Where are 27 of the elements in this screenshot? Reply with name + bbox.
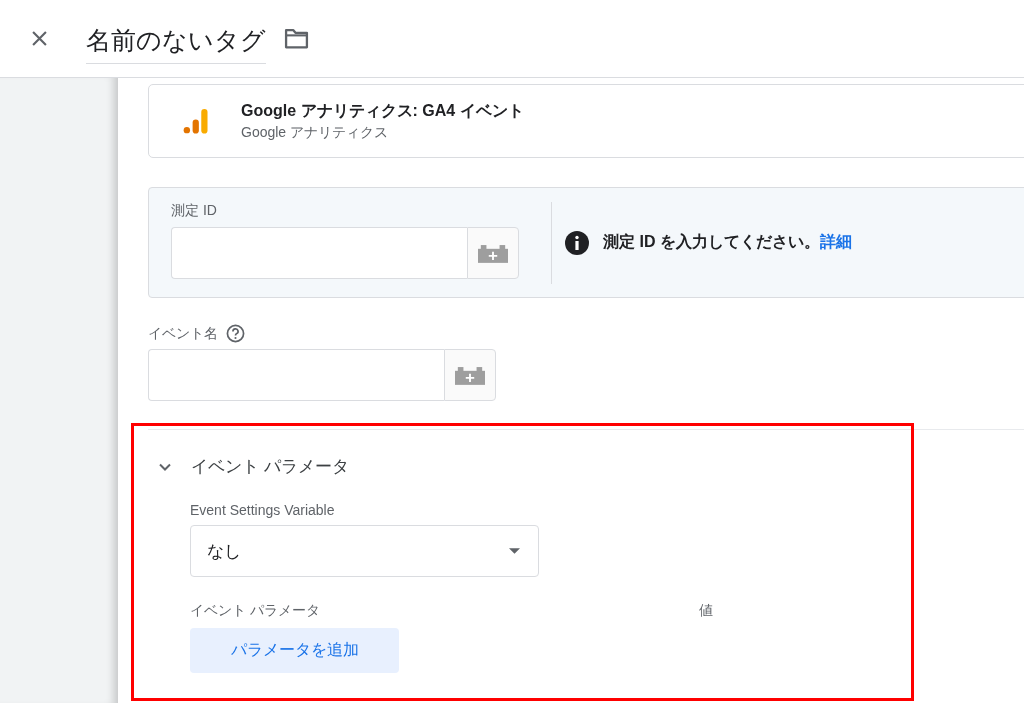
tag-type-subtitle: Google アナリティクス — [241, 123, 390, 142]
variable-button[interactable] — [444, 349, 496, 401]
tag-type-card[interactable]: Google アナリティクス: GA4 イベント Google アナリティクス — [148, 84, 1024, 158]
variable-button[interactable] — [467, 227, 519, 279]
add-parameter-button[interactable]: パラメータを追加 — [190, 628, 399, 673]
settings-dropdown[interactable]: なし — [190, 525, 539, 577]
close-icon[interactable] — [32, 31, 47, 46]
column-header: イベント パラメータ — [190, 602, 321, 620]
measurement-id-field[interactable] — [171, 227, 467, 279]
info-message: 測定 ID を入力してください。詳細 — [603, 232, 852, 252]
help-icon[interactable] — [226, 324, 245, 343]
event-name-field[interactable] — [148, 349, 444, 401]
info-icon — [565, 230, 589, 255]
brick-plus-icon — [478, 243, 508, 263]
field-label: イベント名 — [148, 324, 218, 343]
details-link[interactable]: 詳細 — [819, 233, 852, 250]
column-header: 値 — [699, 602, 713, 620]
caret-icon — [509, 548, 520, 554]
tag-name-field[interactable]: 名前のないタグ — [86, 21, 266, 64]
field-label: Event Settings Variable — [190, 502, 336, 518]
section-title[interactable]: イベント パラメータ — [191, 455, 349, 478]
tag-type-title: Google アナリティクス: GA4 イベント — [241, 100, 524, 121]
chevron-icon[interactable] — [159, 462, 171, 471]
folder-icon[interactable] — [284, 28, 309, 49]
brick-plus-icon — [455, 365, 485, 385]
bar-chart-icon — [183, 107, 208, 135]
field-label: 測定 ID — [171, 202, 218, 220]
